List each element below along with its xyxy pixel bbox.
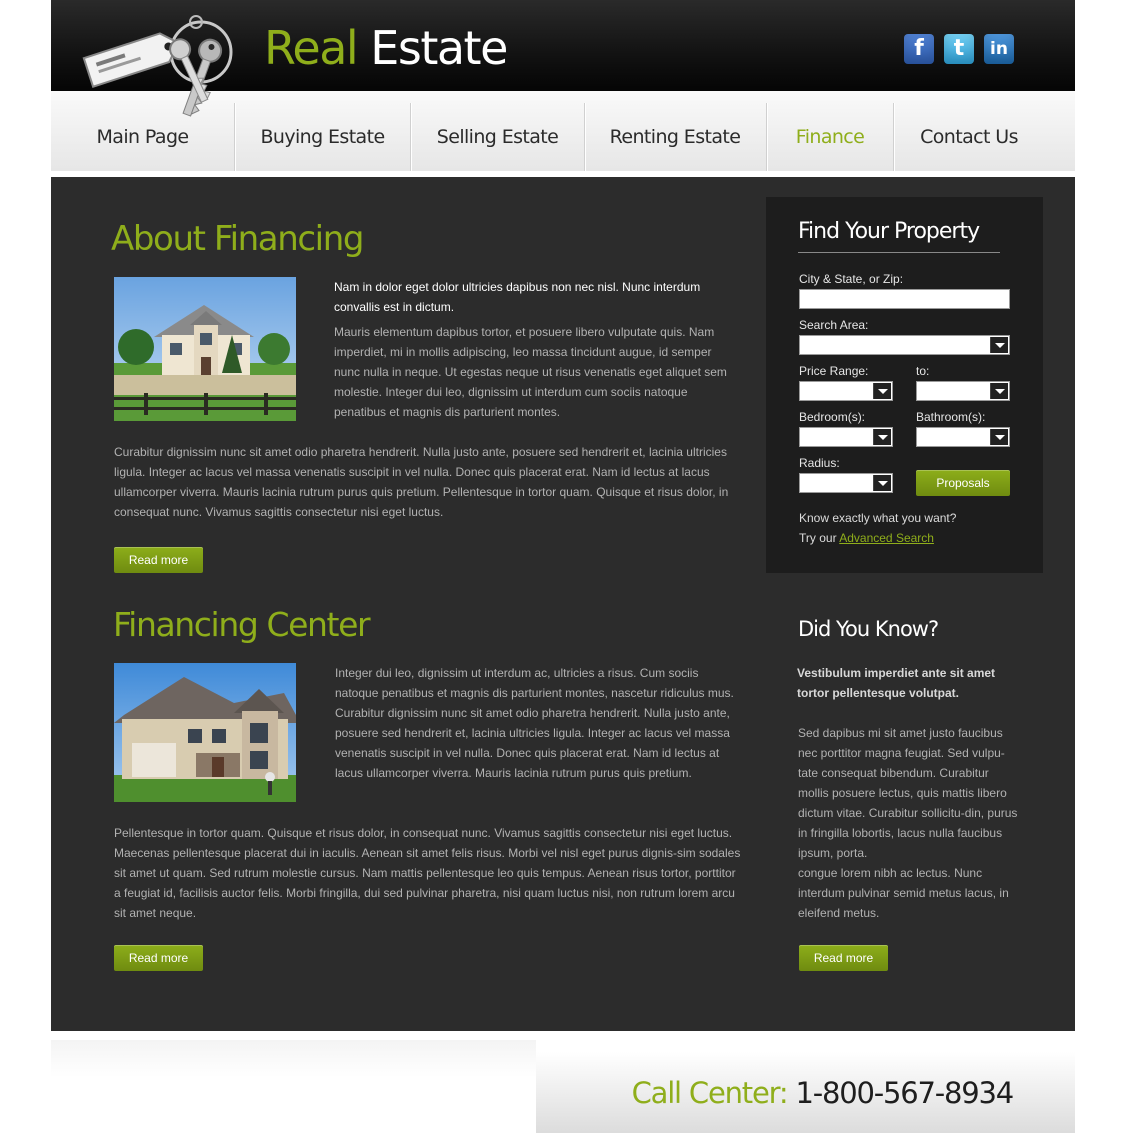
know-what-you-want-text: Know exactly what you want? <box>799 511 957 525</box>
center-read-more-button[interactable]: Read more <box>114 945 203 971</box>
about-body-text: Mauris elementum dapibus tortor, et posu… <box>334 325 727 419</box>
city-input[interactable] <box>799 289 1010 309</box>
logo-word-estate: Estate <box>370 21 508 75</box>
chevron-down-icon <box>990 337 1008 353</box>
logo-word-real: Real <box>264 21 359 75</box>
call-center-phone[interactable]: 1-800-567-8934 <box>795 1076 1014 1110</box>
about-financing-heading: About Financing <box>111 219 364 259</box>
center-body-text: Integer dui leo, dignissim ut interdum a… <box>335 666 734 780</box>
house-photo-2 <box>114 663 296 802</box>
chevron-down-icon <box>990 429 1008 445</box>
did-you-know-body-2: congue lorem nibh ac lectus. Nunc interd… <box>798 866 1009 920</box>
try-our-text: Try our <box>799 531 837 545</box>
bathrooms-label: Bathroom(s): <box>916 410 986 424</box>
financing-center-heading: Financing Center <box>113 605 371 644</box>
about-read-more-button[interactable]: Read more <box>114 547 203 573</box>
nav-renting-estate[interactable]: Renting Estate <box>585 91 765 171</box>
call-center: Call Center: 1-800-567-8934 <box>631 1076 1015 1110</box>
site-logo[interactable]: Real Estate <box>264 21 508 75</box>
about-body-text-2: Curabitur dignissim nunc sit amet odio p… <box>114 445 729 519</box>
bedrooms-label: Bedroom(s): <box>799 410 866 424</box>
did-you-know-heading: Did You Know? <box>798 617 939 641</box>
twitter-icon[interactable]: t <box>944 34 974 64</box>
proposals-button[interactable]: Proposals <box>916 470 1010 496</box>
price-range-label: Price Range: <box>799 364 869 378</box>
chevron-down-icon <box>873 475 891 491</box>
house-image-1 <box>114 277 296 421</box>
did-you-know-lead: Vestibulum imperdiet ante sit amet torto… <box>797 666 996 700</box>
price-max-select[interactable] <box>916 381 1010 401</box>
chevron-down-icon <box>990 383 1008 399</box>
keys-logo-icon <box>82 15 233 117</box>
city-label: City & State, or Zip: <box>799 272 904 286</box>
center-body-text-2: Pellentesque in tortor quam. Quisque et … <box>114 826 741 920</box>
search-title-underline <box>798 252 1000 253</box>
nav-selling-estate[interactable]: Selling Estate <box>411 91 584 171</box>
nav-contact-us[interactable]: Contact Us <box>894 91 1044 171</box>
about-lead-text: Nam in dolor eget dolor ultricies dapibu… <box>334 280 701 314</box>
did-you-know-body: Sed dapibus mi sit amet justo faucibus n… <box>798 726 1018 860</box>
search-area-select[interactable] <box>799 335 1010 355</box>
bathrooms-select[interactable] <box>916 427 1010 447</box>
house-image-2 <box>114 663 296 802</box>
footer-left-panel <box>51 1040 536 1133</box>
property-search-box: Find Your Property City & State, or Zip:… <box>766 197 1043 573</box>
chevron-down-icon <box>873 429 891 445</box>
advanced-search-link[interactable]: Advanced Search <box>839 531 934 545</box>
search-area-label: Search Area: <box>799 318 869 332</box>
price-to-label: to: <box>916 364 930 378</box>
chevron-down-icon <box>873 383 891 399</box>
did-you-know-read-more-button[interactable]: Read more <box>799 945 888 971</box>
call-center-label: Call Center: <box>631 1076 789 1110</box>
footer-call-center-panel: Call Center: 1-800-567-8934 <box>536 1052 1075 1133</box>
house-photo-1 <box>114 277 296 421</box>
nav-finance[interactable]: Finance <box>767 91 893 171</box>
radius-select[interactable] <box>799 473 893 493</box>
price-min-select[interactable] <box>799 381 893 401</box>
main-content: About Financing Nam in dolor eget dolor … <box>51 177 1075 1031</box>
site-header: Real Estate f t in <box>51 0 1075 117</box>
nav-buying-estate[interactable]: Buying Estate <box>235 91 410 171</box>
search-title: Find Your Property <box>798 219 980 244</box>
facebook-icon[interactable]: f <box>904 34 934 64</box>
radius-label: Radius: <box>799 456 840 470</box>
bedrooms-select[interactable] <box>799 427 893 447</box>
linkedin-icon[interactable]: in <box>984 34 1014 64</box>
try-our-line: Try our Advanced Search <box>799 531 934 545</box>
